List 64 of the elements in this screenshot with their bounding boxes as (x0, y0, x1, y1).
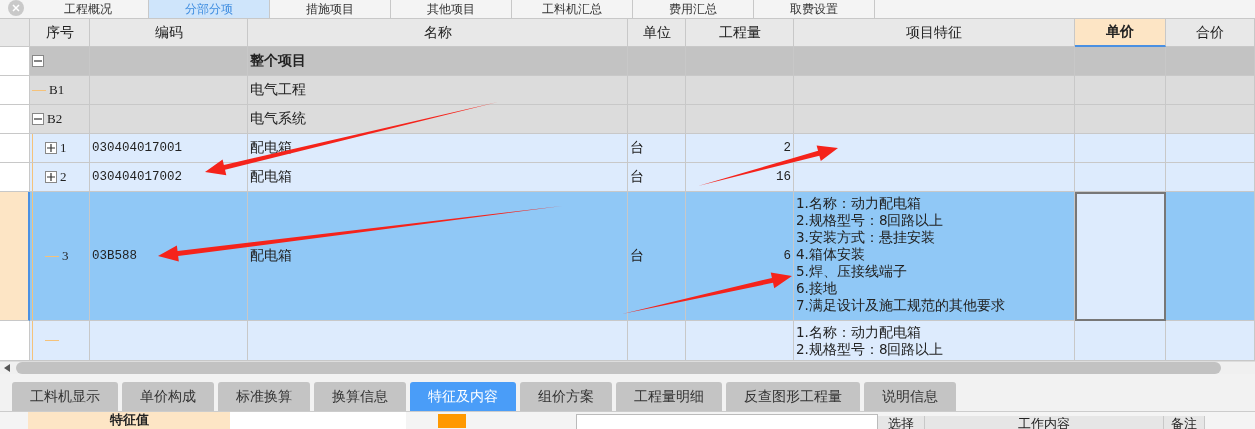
row-header[interactable] (0, 76, 30, 105)
item-unit: 台 (630, 168, 644, 186)
item-unit: 台 (630, 139, 644, 157)
feature-line: 2.规格型号：8回路以上 (796, 341, 944, 358)
scheme-field[interactable] (576, 414, 878, 429)
feature-line: 1.名称：动力配电箱 (796, 324, 921, 341)
feature-line: 6.接地 (796, 280, 837, 297)
row-header[interactable] (0, 163, 30, 192)
item-code: 030404017002 (92, 170, 182, 184)
scroll-left-icon[interactable] (4, 364, 10, 372)
column-header[interactable]: 工程量 (686, 19, 794, 47)
item-code: 030404017001 (92, 141, 182, 155)
row-number: B2 (47, 111, 63, 127)
row-header[interactable] (0, 192, 30, 321)
unit-price-field[interactable] (1075, 192, 1166, 321)
detail-tab[interactable]: 反查图形工程量 (726, 382, 860, 411)
row-header[interactable] (0, 105, 30, 134)
column-header: 工作内容 (925, 416, 1164, 429)
row-header[interactable] (0, 47, 30, 76)
column-header[interactable]: 编码 (90, 19, 248, 47)
feature-line: 7.满足设计及施工规范的其他要求 (796, 297, 1005, 314)
column-header[interactable]: 项目特征 (794, 19, 1075, 47)
detail-tab[interactable]: 工料机显示 (12, 382, 118, 411)
row-number: 2 (60, 169, 67, 185)
column-header[interactable]: 单价 (1075, 19, 1166, 47)
detail-tab[interactable]: 换算信息 (314, 382, 406, 411)
expand-icon[interactable] (45, 142, 57, 154)
collapse-icon[interactable] (32, 113, 44, 125)
column-header[interactable]: 序号 (30, 19, 90, 47)
expand-icon[interactable] (45, 171, 57, 183)
column-header: 选择 (878, 416, 925, 429)
row-number: B1 (49, 82, 65, 98)
detail-tab[interactable]: 工程量明细 (616, 382, 722, 411)
column-header[interactable]: 名称 (248, 19, 628, 47)
item-code: 03B588 (92, 249, 137, 263)
detail-tab[interactable]: 标准换算 (218, 382, 310, 411)
item-name: 电气工程 (250, 81, 306, 99)
feature-line: 1.名称：动力配电箱 (796, 195, 921, 212)
feature-line: 2.规格型号：8回路以上 (796, 212, 944, 229)
item-name: 整个项目 (250, 52, 306, 70)
row-number: 1 (60, 140, 67, 156)
item-name: 配电箱 (250, 247, 292, 265)
feature-line: 4.箱体安装 (796, 246, 865, 263)
item-quantity: 6 (783, 249, 791, 263)
item-quantity: 2 (783, 141, 791, 155)
column-header: 特征值 (28, 412, 230, 429)
detail-tab[interactable]: 说明信息 (864, 382, 956, 411)
detail-tab[interactable]: 单价构成 (122, 382, 214, 411)
row-number: 3 (62, 248, 69, 264)
scheme-icon[interactable] (438, 414, 466, 428)
feature-line: 5.焊、压接线端子 (796, 263, 907, 280)
column-header: 备注 (1164, 416, 1205, 429)
column-header[interactable]: 合价 (1166, 19, 1255, 47)
item-quantity: 16 (776, 170, 791, 184)
column-header[interactable]: 单位 (628, 19, 686, 47)
feature-line: 3.安装方式：悬挂安装 (796, 229, 935, 246)
detail-tab[interactable]: 组价方案 (520, 382, 612, 411)
close-icon[interactable] (8, 0, 24, 16)
item-name: 配电箱 (250, 168, 292, 186)
scrollbar-thumb[interactable] (16, 362, 1221, 374)
item-unit: 台 (630, 247, 644, 265)
collapse-icon[interactable] (32, 55, 44, 67)
row-header[interactable] (0, 134, 30, 163)
item-name: 电气系统 (250, 110, 306, 128)
